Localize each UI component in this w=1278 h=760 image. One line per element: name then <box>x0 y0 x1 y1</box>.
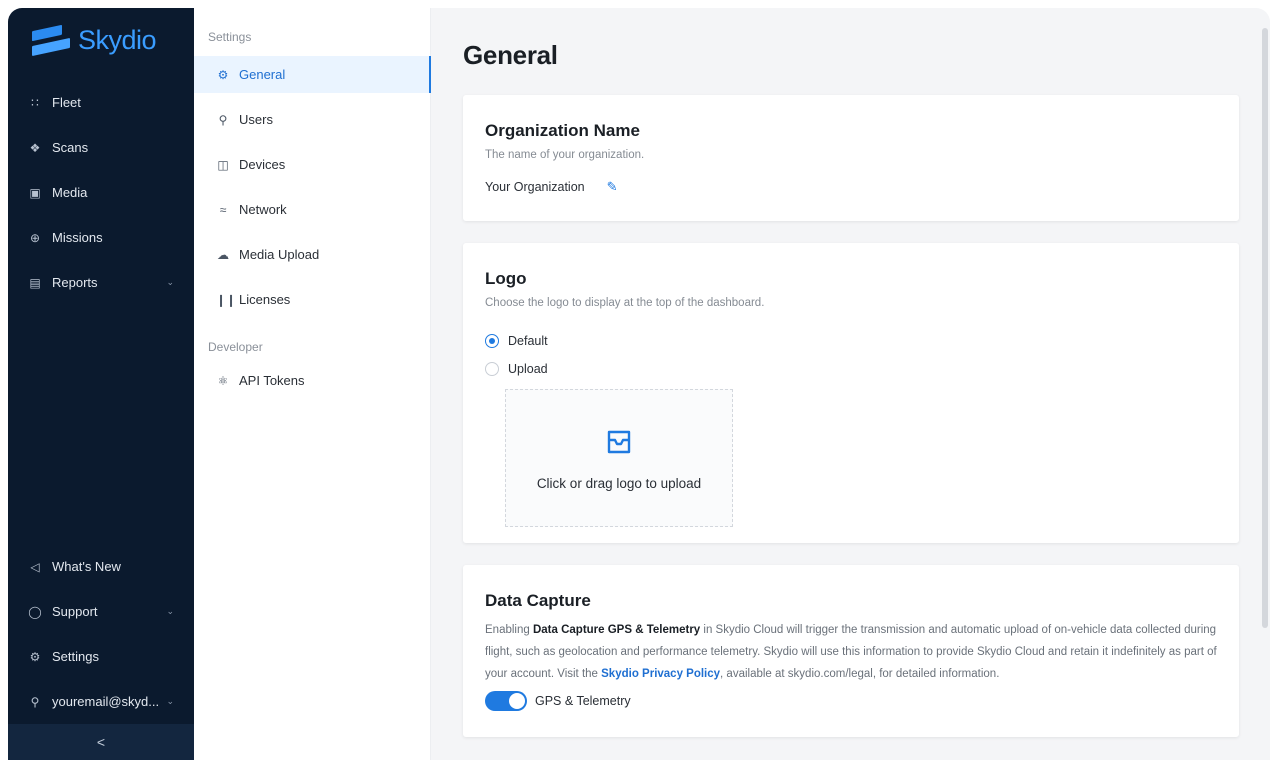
toggle-label: GPS & Telemetry <box>535 694 631 708</box>
main-sidebar: Skydio ∷ Fleet ❖ Scans ▣ Media ⊕ Mission… <box>8 8 194 760</box>
settings-content: General Organization Name The name of yo… <box>431 8 1270 760</box>
organization-name-row: Your Organization ✎ <box>485 179 1217 195</box>
nav-item-label: Support <box>52 604 98 619</box>
radio-button-selected[interactable] <box>485 334 499 348</box>
description-bold-text: Data Capture GPS & Telemetry <box>532 624 701 636</box>
organization-name-value: Your Organization <box>485 180 585 194</box>
settings-group-label: Settings <box>208 30 252 44</box>
reports-icon: ▤ <box>29 275 41 290</box>
subnav-item-api-tokens[interactable]: ⚛ API Tokens <box>194 362 430 399</box>
logo-card: Logo Choose the logo to display at the t… <box>463 243 1239 543</box>
secondary-nav: ◁ What's New ◯ Support ⌄ ⚙ Settings ⚲ yo… <box>8 544 194 724</box>
nav-item-label: Media <box>52 185 88 200</box>
subnav-item-devices[interactable]: ◫ Devices <box>194 146 430 183</box>
nav-item-label: youremail@skyd... <box>52 694 160 709</box>
nav-item-reports[interactable]: ▤ Reports ⌄ <box>8 260 194 305</box>
nav-item-media[interactable]: ▣ Media <box>8 170 194 215</box>
chevron-down-icon: ⌄ <box>166 606 174 616</box>
chevron-down-icon: ⌄ <box>166 277 174 287</box>
card-description: Choose the logo to display at the top of… <box>485 297 765 309</box>
key-icon: ⚛ <box>217 373 229 388</box>
logo-option-upload[interactable]: Upload <box>485 355 1217 383</box>
primary-nav: ∷ Fleet ❖ Scans ▣ Media ⊕ Missions ▤ Rep… <box>8 80 194 305</box>
card-heading: Organization Name <box>485 121 640 140</box>
logo-option-default[interactable]: Default <box>485 327 1217 355</box>
megaphone-icon: ◁ <box>30 559 40 574</box>
data-capture-description: Enabling Data Capture GPS & Telemetry in… <box>485 619 1217 685</box>
nav-item-missions[interactable]: ⊕ Missions <box>8 215 194 260</box>
edit-pencil-icon[interactable]: ✎ <box>607 179 618 195</box>
upload-instructions: Click or drag logo to upload <box>536 475 702 491</box>
app-window: Skydio ∷ Fleet ❖ Scans ▣ Media ⊕ Mission… <box>8 8 1270 760</box>
nav-item-label: Fleet <box>52 95 81 110</box>
nav-item-scans[interactable]: ❖ Scans <box>8 125 194 170</box>
subnav-item-label: Users <box>239 112 273 127</box>
radio-label: Upload <box>508 362 548 376</box>
subnav-item-media-upload[interactable]: ☁ Media Upload <box>194 236 430 273</box>
subnav-item-label: Devices <box>239 157 286 172</box>
fleet-icon: ∷ <box>31 95 39 110</box>
subnav-item-label: Media Upload <box>239 247 320 262</box>
settings-subnav: Settings ⚙ General ⚲ Users ◫ Devices ≈ N… <box>194 8 431 760</box>
subnav-item-network[interactable]: ≈ Network <box>194 191 430 228</box>
privacy-policy-link[interactable]: Skydio Privacy Policy <box>601 668 720 680</box>
description-text: , available at skydio.com/legal, for det… <box>720 668 1000 680</box>
developer-group-label: Developer <box>208 340 263 354</box>
radio-button[interactable] <box>485 362 499 376</box>
subnav-item-label: Licenses <box>239 292 291 307</box>
subnav-item-licenses[interactable]: ❙❙ Licenses <box>194 281 430 318</box>
gps-telemetry-toggle[interactable] <box>485 691 527 711</box>
skydio-logo-icon <box>32 24 70 57</box>
organization-name-card: Organization Name The name of your organ… <box>463 95 1239 221</box>
collapse-sidebar-button[interactable]: < <box>8 724 194 760</box>
subnav-item-users[interactable]: ⚲ Users <box>194 101 430 138</box>
scans-icon: ❖ <box>29 140 41 155</box>
nav-item-fleet[interactable]: ∷ Fleet <box>8 80 194 125</box>
cloud-upload-icon: ☁ <box>217 247 229 262</box>
gear-icon: ⚙ <box>29 649 41 664</box>
wifi-icon: ≈ <box>219 202 227 217</box>
barcode-icon: ❙❙ <box>216 292 237 307</box>
subnav-item-general[interactable]: ⚙ General <box>194 56 431 93</box>
subnav-item-label: General <box>239 67 286 82</box>
nav-item-label: Settings <box>52 649 99 664</box>
nav-item-label: Reports <box>52 275 98 290</box>
media-icon: ▣ <box>29 185 41 200</box>
nav-item-label: Scans <box>52 140 89 155</box>
chevron-left-icon: < <box>96 734 106 750</box>
gear-icon: ⚙ <box>217 67 229 82</box>
nav-item-label: What's New <box>52 559 121 574</box>
subnav-item-label: API Tokens <box>239 373 305 388</box>
nav-item-settings[interactable]: ⚙ Settings <box>8 634 194 679</box>
card-description: The name of your organization. <box>485 149 645 161</box>
subnav-item-label: Network <box>239 202 287 217</box>
nav-item-account[interactable]: ⚲ youremail@skyd... ⌄ <box>8 679 194 724</box>
chevron-down-icon: ⌄ <box>166 696 174 706</box>
inbox-icon <box>607 430 631 453</box>
card-heading: Data Capture <box>485 591 591 610</box>
page-scrollbar[interactable] <box>1262 28 1268 628</box>
description-text: Enabling <box>485 624 533 636</box>
radio-label: Default <box>508 334 548 348</box>
nav-item-label: Missions <box>52 230 103 245</box>
missions-icon: ⊕ <box>29 230 41 245</box>
brand-logo[interactable]: Skydio <box>8 8 194 72</box>
users-icon: ⚲ <box>218 112 228 127</box>
data-capture-card: Data Capture Enabling Data Capture GPS &… <box>463 565 1239 737</box>
nav-item-support[interactable]: ◯ Support ⌄ <box>8 589 194 634</box>
devices-icon: ◫ <box>217 157 229 172</box>
page-title: General <box>463 40 558 70</box>
gps-telemetry-row: GPS & Telemetry <box>485 691 1217 711</box>
nav-item-whats-new[interactable]: ◁ What's New <box>8 544 194 589</box>
brand-name: Skydio <box>78 24 157 55</box>
user-icon: ⚲ <box>30 694 40 709</box>
support-icon: ◯ <box>28 604 42 619</box>
logo-upload-dropzone[interactable]: Click or drag logo to upload <box>505 389 733 527</box>
card-heading: Logo <box>485 269 527 288</box>
